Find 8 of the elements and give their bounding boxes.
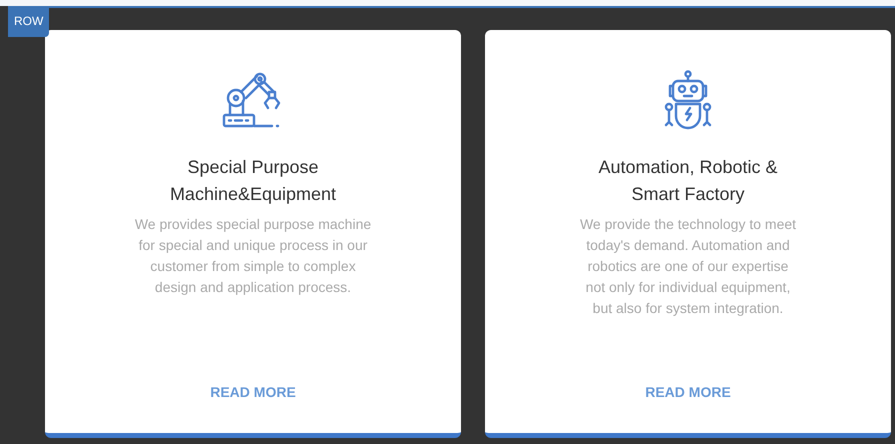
card-title: Automation, Robotic & Smart Factory — [597, 156, 779, 206]
read-more-link[interactable]: READ MORE — [645, 382, 731, 403]
card-title: Special Purpose Machine&Equipment — [168, 156, 338, 206]
card-description: We provide the technology to meet today's demand. Automation and robotics are one of our expertise not only for individual equipment, but also for system integration. — [578, 215, 798, 318]
card-description: We provides special purpose machine for special and unique process in our customer from simple to complex design and application process. — [134, 215, 372, 297]
robot-icon — [664, 70, 712, 130]
row-badge: ROW — [8, 8, 50, 37]
read-more-link[interactable]: READ MORE — [210, 382, 296, 403]
